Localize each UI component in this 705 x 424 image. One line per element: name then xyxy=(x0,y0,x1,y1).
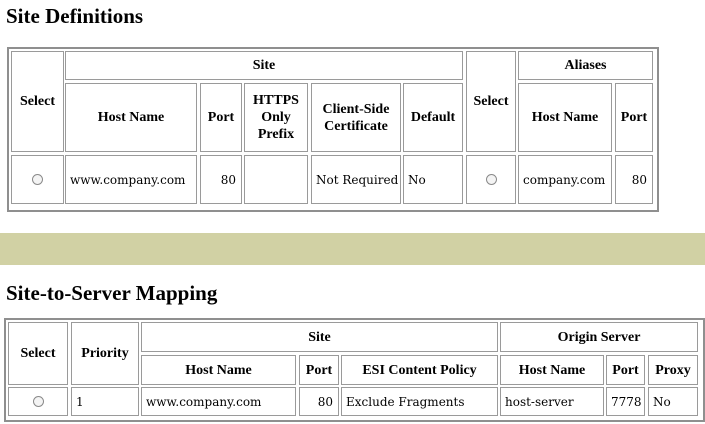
header-client-cert: Client-Side Certificate xyxy=(311,83,401,152)
header-site: Site xyxy=(141,322,498,352)
site-definitions-table: Select Site Host Name Port HTTPS Only Pr… xyxy=(7,47,659,212)
separator-band xyxy=(0,233,705,265)
site-to-server-mapping-table: Select Priority Site Host Name Port ESI … xyxy=(4,318,705,422)
site-to-server-mapping-title: Site-to-Server Mapping xyxy=(6,281,218,305)
header-site: Site xyxy=(65,51,463,80)
mapping-select-cell xyxy=(8,387,68,416)
site-host-name: www.company.com xyxy=(65,155,197,204)
alias-select-radio[interactable] xyxy=(485,174,497,185)
header-priority: Priority xyxy=(71,322,139,385)
mapping-esi-policy: Exclude Fragments xyxy=(341,387,498,416)
header-https-prefix: HTTPS Only Prefix xyxy=(244,83,308,152)
mapping-select-radio[interactable] xyxy=(32,396,44,407)
site-https-prefix xyxy=(244,155,308,204)
header-origin-port: Port xyxy=(606,355,645,385)
mapping-priority: 1 xyxy=(71,387,139,416)
site-select-radio[interactable] xyxy=(32,174,43,185)
header-alias-host-name: Host Name xyxy=(518,83,612,152)
header-origin-host-name: Host Name xyxy=(500,355,604,385)
alias-host-name: company.com xyxy=(518,155,612,204)
header-port: Port xyxy=(200,83,242,152)
alias-port: 80 xyxy=(615,155,653,204)
select-cell xyxy=(11,155,64,204)
header-default: Default xyxy=(403,83,463,152)
mapping-host-name: www.company.com xyxy=(141,387,296,416)
header-origin-server: Origin Server xyxy=(500,322,698,352)
header-aliases: Aliases xyxy=(518,51,653,80)
header-alias-port: Port xyxy=(615,83,653,152)
header-host-name: Host Name xyxy=(65,83,197,152)
mapping-proxy: No xyxy=(648,387,698,416)
header-port: Port xyxy=(299,355,339,385)
site-definitions-title: Site Definitions xyxy=(6,4,144,28)
mapping-origin-host-name: host-server xyxy=(500,387,604,416)
mapping-origin-port: 7778 xyxy=(606,387,645,416)
header-select: Select xyxy=(11,51,64,152)
header-select: Select xyxy=(8,322,68,385)
header-esi-policy: ESI Content Policy xyxy=(341,355,498,385)
header-select-alias: Select xyxy=(466,51,516,152)
site-port: 80 xyxy=(200,155,242,204)
mapping-port: 80 xyxy=(299,387,339,416)
site-default: No xyxy=(403,155,463,204)
header-proxy: Proxy xyxy=(648,355,698,385)
site-client-cert: Not Required xyxy=(311,155,401,204)
alias-select-cell xyxy=(466,155,516,204)
header-host-name: Host Name xyxy=(141,355,296,385)
